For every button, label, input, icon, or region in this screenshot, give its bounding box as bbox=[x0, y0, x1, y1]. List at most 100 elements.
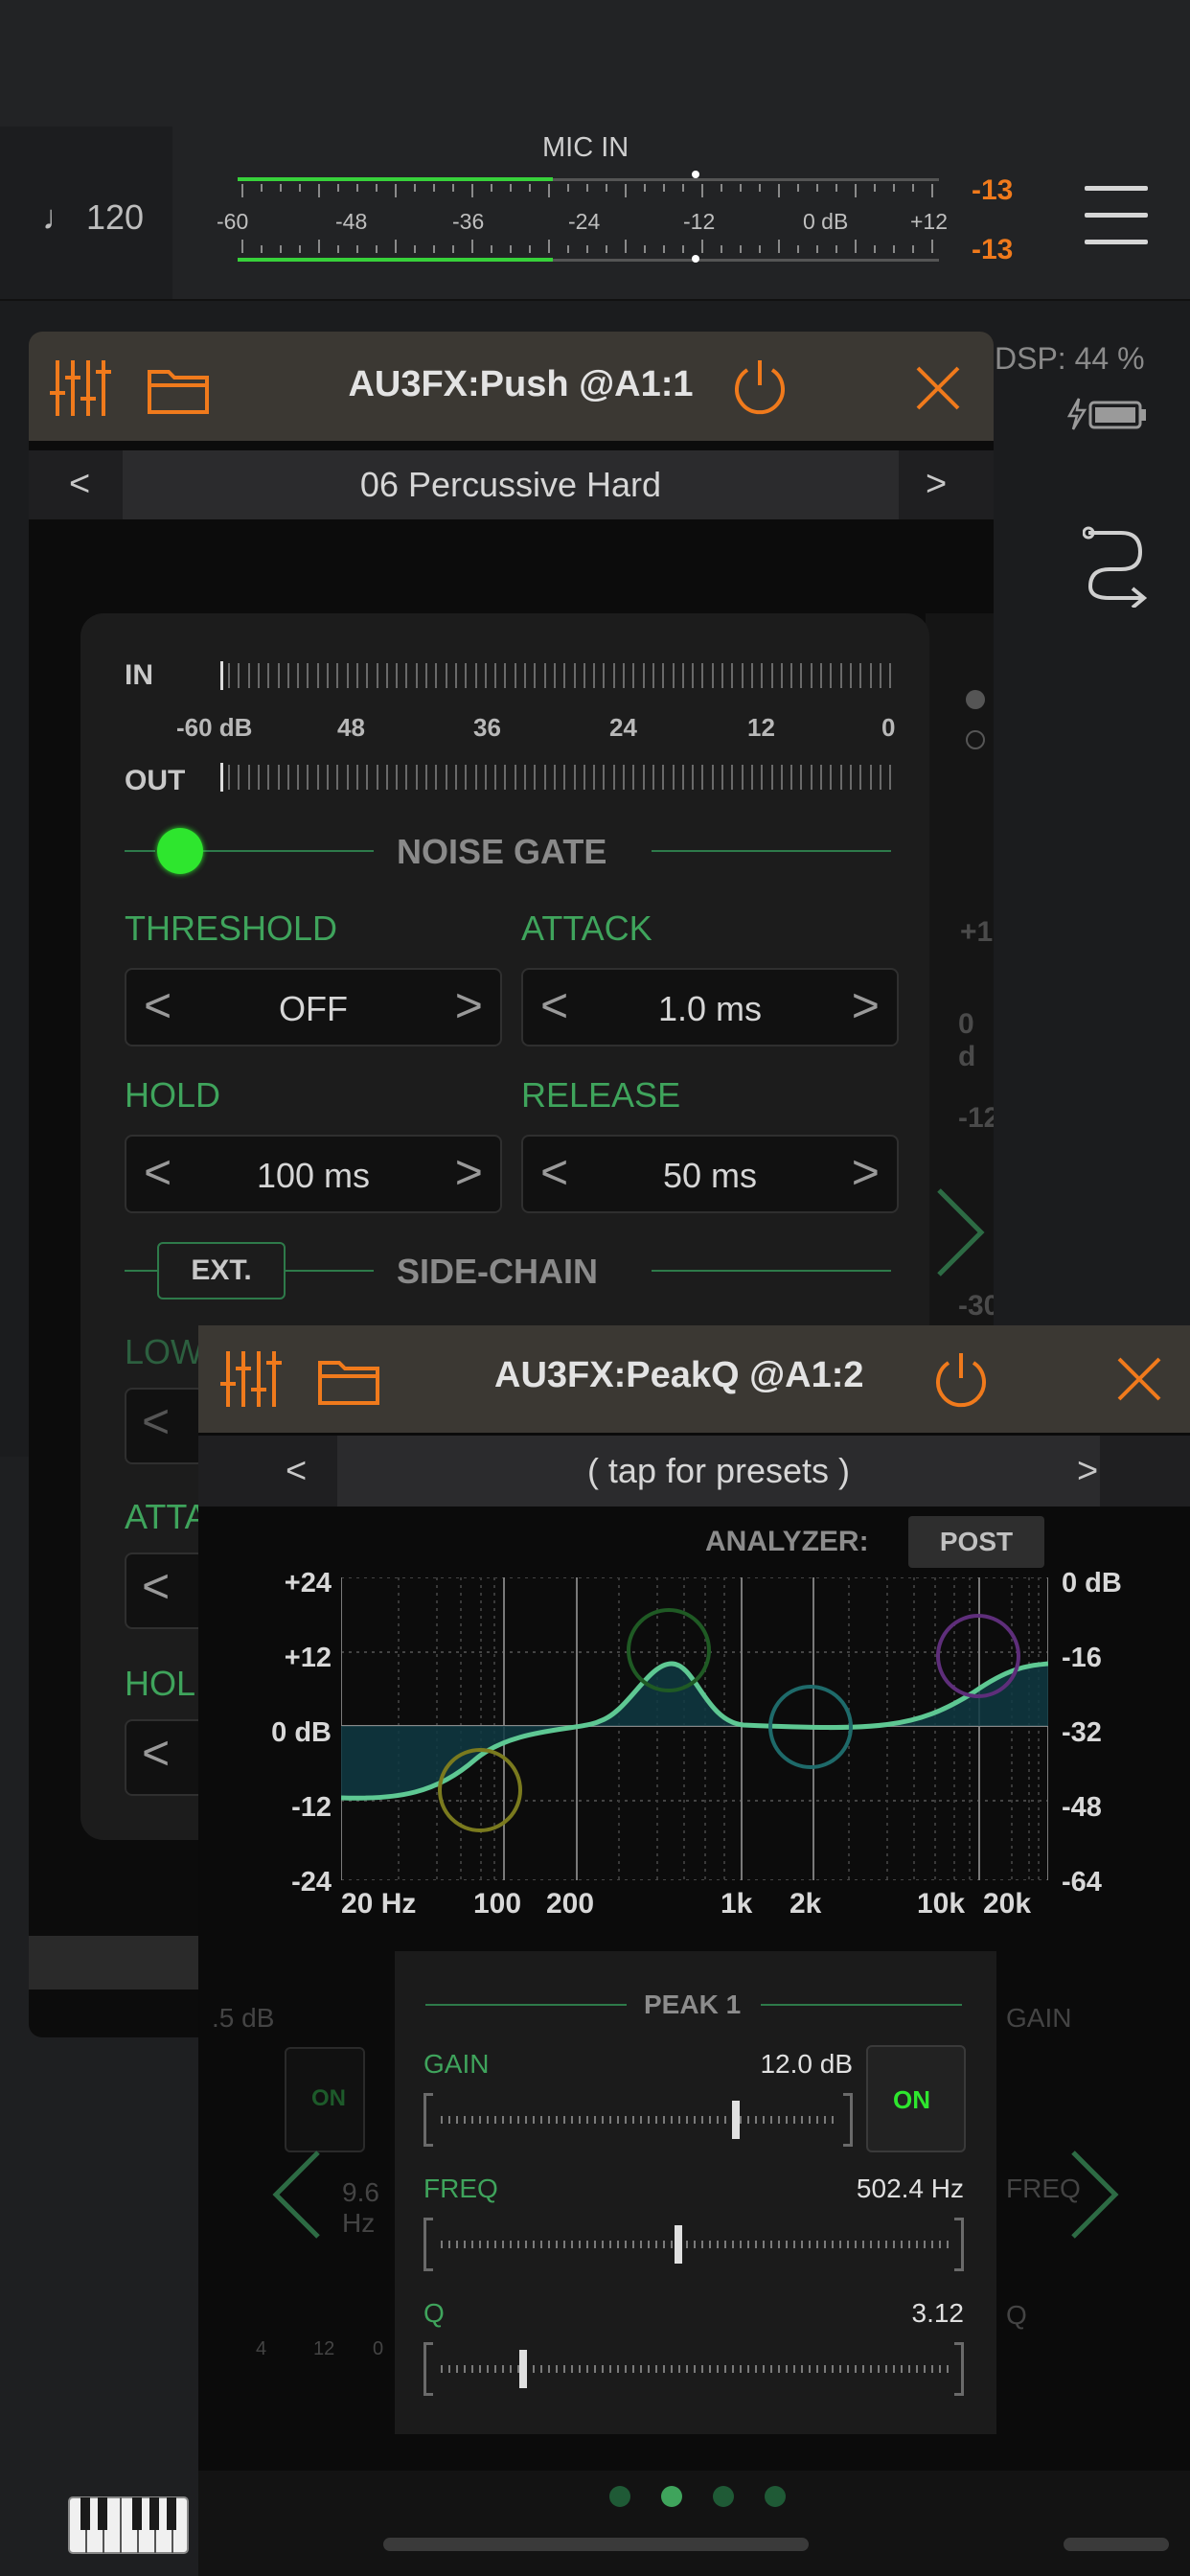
increment-button[interactable]: > bbox=[455, 1144, 483, 1200]
gate-scale-label: 24 bbox=[609, 713, 637, 742]
eq-response-graph[interactable] bbox=[341, 1577, 1048, 1880]
meter-segment bbox=[465, 663, 468, 688]
power-icon[interactable] bbox=[931, 1349, 991, 1414]
menu-button[interactable] bbox=[1079, 178, 1156, 255]
meter-segment bbox=[327, 765, 329, 790]
eq-y-label-left: +12 bbox=[284, 1643, 332, 1673]
meter-segment bbox=[425, 663, 427, 688]
meter-segment bbox=[454, 663, 457, 688]
freq-slider[interactable] bbox=[423, 2218, 964, 2271]
analyzer-mode-button[interactable]: POST bbox=[908, 1516, 1044, 1568]
slider-tick bbox=[448, 2116, 450, 2124]
preset-prev-button[interactable]: < bbox=[286, 1451, 307, 1492]
meter-segment bbox=[642, 663, 645, 688]
meter-segment bbox=[484, 765, 487, 790]
slider-tick bbox=[602, 2116, 604, 2124]
meter-scale-label: +12 bbox=[910, 209, 949, 234]
slider-tick bbox=[763, 2365, 765, 2373]
preset-name[interactable]: ( tap for presets ) bbox=[337, 1436, 1100, 1506]
increment-button[interactable]: > bbox=[455, 978, 483, 1033]
preset-next-button[interactable]: > bbox=[1077, 1451, 1098, 1492]
meter-segment bbox=[494, 765, 497, 790]
meter-segment bbox=[810, 663, 812, 688]
slider-handle[interactable] bbox=[518, 2350, 527, 2388]
release-stepper[interactable]: < 50 ms > bbox=[521, 1135, 899, 1213]
slider-tick bbox=[540, 2365, 542, 2373]
hold-decrement-partial[interactable]: < bbox=[142, 1725, 170, 1781]
page-dot[interactable] bbox=[765, 2486, 786, 2507]
ext-sidechain-button[interactable]: EXT. bbox=[157, 1242, 286, 1300]
noise-gate-label: NOISE GATE bbox=[397, 832, 607, 871]
slider-tick bbox=[701, 2241, 703, 2248]
next-band-arrow-icon[interactable] bbox=[1065, 2147, 1123, 2247]
slider-tick bbox=[479, 2116, 481, 2124]
gain-slider[interactable] bbox=[423, 2093, 853, 2147]
prev-band-arrow-icon[interactable] bbox=[268, 2147, 326, 2247]
ghost-on-label: ON bbox=[311, 2085, 346, 2111]
meter-segment bbox=[385, 663, 388, 688]
slider-tick bbox=[609, 2365, 611, 2373]
page-dot[interactable] bbox=[661, 2486, 682, 2507]
noise-gate-led[interactable] bbox=[157, 828, 203, 874]
meter-segment bbox=[405, 765, 408, 790]
increment-button[interactable]: > bbox=[852, 978, 880, 1033]
slider-tick bbox=[839, 2365, 841, 2373]
dsp-usage: DSP: 44 % bbox=[995, 341, 1145, 376]
slider-tick bbox=[464, 2116, 466, 2124]
attack-stepper[interactable]: < 1.0 ms > bbox=[521, 968, 899, 1046]
peakq-title: AU3FX:PeakQ @A1:2 bbox=[494, 1355, 864, 1395]
meter-tick bbox=[701, 184, 703, 197]
slider-tick bbox=[441, 2116, 443, 2124]
eq-y-label-left: +24 bbox=[284, 1568, 332, 1598]
slider-tick bbox=[747, 2116, 749, 2124]
page-indicator[interactable] bbox=[609, 2484, 801, 2513]
meter-segment bbox=[474, 663, 477, 688]
preset-next-button[interactable]: > bbox=[926, 464, 947, 505]
q-slider[interactable] bbox=[423, 2342, 964, 2396]
slider-handle[interactable] bbox=[732, 2101, 740, 2139]
slider-tick bbox=[816, 2116, 818, 2124]
ghost-q-label: Q bbox=[1006, 2300, 1027, 2330]
hold-stepper[interactable]: < 100 ms > bbox=[125, 1135, 502, 1213]
page-dot[interactable] bbox=[713, 2486, 734, 2507]
low-decrement-partial[interactable]: < bbox=[142, 1393, 170, 1449]
slider-tick bbox=[464, 2365, 466, 2373]
meter-tick bbox=[395, 184, 397, 197]
slider-tick bbox=[602, 2365, 604, 2373]
meter-segment bbox=[385, 765, 388, 790]
page-dot[interactable] bbox=[609, 2486, 630, 2507]
slider-tick bbox=[540, 2241, 542, 2248]
mixer-sliders-icon[interactable] bbox=[220, 1347, 284, 1415]
close-icon[interactable] bbox=[916, 366, 960, 415]
slider-tick bbox=[632, 2241, 634, 2248]
routing-icon[interactable] bbox=[1082, 521, 1150, 612]
power-icon[interactable] bbox=[730, 356, 790, 421]
keyboard-icon[interactable] bbox=[67, 2496, 190, 2560]
close-icon[interactable] bbox=[1117, 1357, 1161, 1406]
slider-tick bbox=[694, 2241, 696, 2248]
meter-segment bbox=[445, 663, 447, 688]
threshold-stepper[interactable]: < OFF > bbox=[125, 968, 502, 1046]
meter-segment bbox=[553, 765, 556, 790]
increment-button[interactable]: > bbox=[852, 1144, 880, 1200]
slider-tick bbox=[870, 2365, 872, 2373]
meter-segment bbox=[425, 765, 427, 790]
slider-tick bbox=[678, 2116, 680, 2124]
threshold-value: OFF bbox=[279, 989, 348, 1028]
tempo-display[interactable]: ♩ 120 bbox=[42, 197, 144, 238]
chevron-right-icon[interactable] bbox=[931, 1184, 989, 1285]
preset-prev-button[interactable]: < bbox=[69, 464, 90, 505]
meter-segment bbox=[415, 663, 418, 688]
meter-tick bbox=[567, 184, 569, 192]
meter-segment bbox=[593, 765, 596, 790]
meter-tick bbox=[759, 184, 761, 192]
preset-name[interactable]: 06 Percussive Hard bbox=[123, 450, 899, 519]
slider-tick bbox=[441, 2365, 443, 2373]
folder-icon[interactable] bbox=[318, 1355, 379, 1410]
meter-tick bbox=[299, 184, 301, 192]
slider-handle[interactable] bbox=[675, 2225, 683, 2264]
attack-decrement-partial[interactable]: < bbox=[142, 1558, 170, 1614]
slider-tick bbox=[717, 2241, 719, 2248]
meter-segment bbox=[632, 765, 635, 790]
meter-tick bbox=[797, 184, 799, 192]
